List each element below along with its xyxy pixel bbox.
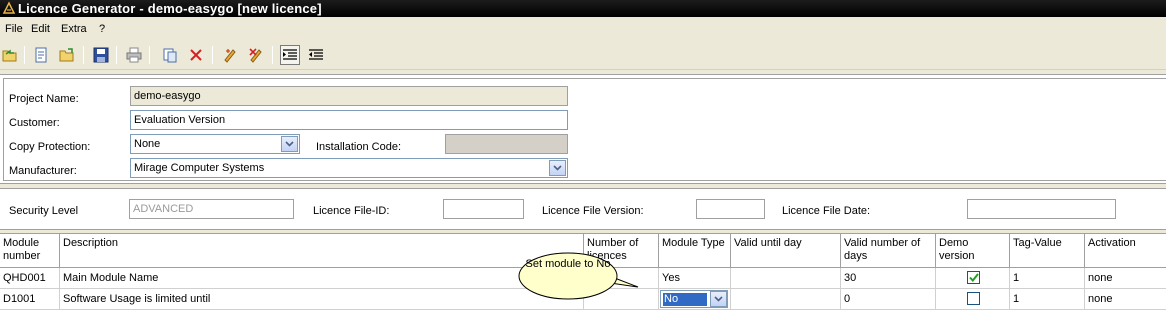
toolbar-separator xyxy=(83,46,84,64)
manufacturer-value: Mirage Computer Systems xyxy=(134,162,265,174)
toolbar-separator xyxy=(149,46,150,64)
licence-form-panel: Project Name: demo-easygo Customer: Eval… xyxy=(0,74,1166,184)
edit-icon[interactable] xyxy=(220,45,240,65)
callout-text: Set module to No xyxy=(525,258,611,270)
cell-valid-number-of-days[interactable]: 0 xyxy=(841,289,936,310)
project-name-label: Project Name: xyxy=(9,93,79,105)
security-panel: Security Level ADVANCED Licence File-ID:… xyxy=(0,188,1166,230)
menu-help[interactable]: ? xyxy=(99,22,105,36)
column-header-module-number[interactable]: Module number xyxy=(0,234,60,268)
toolbar-separator xyxy=(24,46,25,64)
module-type-selected-value: No xyxy=(663,293,707,306)
cell-module-type[interactable]: Yes xyxy=(659,268,731,289)
open-icon[interactable] xyxy=(0,45,20,65)
column-header-demo-version[interactable]: Demo version xyxy=(936,234,1010,268)
copy-icon[interactable] xyxy=(160,45,180,65)
new-document-icon[interactable] xyxy=(31,45,51,65)
project-name-field: demo-easygo xyxy=(130,86,568,106)
menu-file[interactable]: File xyxy=(5,22,23,36)
chevron-down-icon[interactable] xyxy=(281,136,298,152)
security-level-label: Security Level xyxy=(9,205,79,217)
licence-file-date-field xyxy=(967,199,1116,219)
cell-tag-value[interactable]: 1 xyxy=(1010,289,1085,310)
licence-form: Project Name: demo-easygo Customer: Eval… xyxy=(3,78,1166,181)
licence-file-version-field xyxy=(696,199,765,219)
security-level-field: ADVANCED xyxy=(129,199,294,219)
chevron-down-icon[interactable] xyxy=(549,160,566,176)
column-header-tag-value[interactable]: Tag-Value xyxy=(1010,234,1085,268)
save-icon[interactable] xyxy=(91,45,111,65)
demo-version-checkbox[interactable] xyxy=(967,292,980,305)
cell-module-number[interactable]: D1001 xyxy=(0,289,60,310)
licence-file-version-label: Licence File Version: xyxy=(542,205,644,217)
manufacturer-select[interactable]: Mirage Computer Systems xyxy=(130,158,568,178)
toolbar xyxy=(0,41,1166,70)
outdent-icon[interactable] xyxy=(306,45,326,65)
menu-bar: File Edit Extra ? xyxy=(0,17,1166,41)
cell-module-type: No xyxy=(659,289,731,310)
toolbar-separator xyxy=(116,46,117,64)
column-header-module-type[interactable]: Module Type xyxy=(659,234,731,268)
cell-activation[interactable]: none xyxy=(1085,268,1166,289)
remove-icon[interactable] xyxy=(246,45,266,65)
column-header-valid-until-day[interactable]: Valid until day xyxy=(731,234,841,268)
demo-version-checkbox[interactable] xyxy=(967,271,980,284)
cell-valid-until-day[interactable] xyxy=(731,268,841,289)
print-icon[interactable] xyxy=(124,45,144,65)
app-icon xyxy=(2,1,16,14)
installation-code-label: Installation Code: xyxy=(316,141,401,153)
cell-description[interactable]: Main Module Name xyxy=(60,268,584,289)
title-bar: Licence Generator - demo-easygo [new lic… xyxy=(0,0,1166,17)
cell-valid-number-of-days[interactable]: 30 xyxy=(841,268,936,289)
licence-file-id-field xyxy=(443,199,524,219)
licence-file-date-label: Licence File Date: xyxy=(782,205,871,217)
column-header-valid-number-of-days[interactable]: Valid number of days xyxy=(841,234,936,268)
menu-extra[interactable]: Extra xyxy=(61,22,87,36)
column-header-activation[interactable]: Activation xyxy=(1085,234,1166,268)
cell-demo-version xyxy=(936,268,1010,289)
chevron-down-icon[interactable] xyxy=(710,291,727,307)
installation-code-field xyxy=(445,134,568,154)
customer-field[interactable]: Evaluation Version xyxy=(130,110,568,130)
manufacturer-label: Manufacturer: xyxy=(9,165,77,177)
window-title: Licence Generator - demo-easygo [new lic… xyxy=(18,1,322,16)
copy-protection-select[interactable]: None xyxy=(130,134,300,154)
cell-valid-until-day[interactable] xyxy=(731,289,841,310)
cell-demo-version xyxy=(936,289,1010,310)
delete-icon[interactable] xyxy=(186,45,206,65)
open-folder-icon[interactable] xyxy=(57,45,77,65)
toolbar-separator xyxy=(212,46,213,64)
copy-protection-value: None xyxy=(134,138,161,150)
cell-description[interactable]: Software Usage is limited until xyxy=(60,289,584,310)
cell-tag-value[interactable]: 1 xyxy=(1010,268,1085,289)
customer-label: Customer: xyxy=(9,117,60,129)
copy-protection-label: Copy Protection: xyxy=(9,141,91,153)
licence-file-id-label: Licence File-ID: xyxy=(313,205,390,217)
cell-activation[interactable]: none xyxy=(1085,289,1166,310)
indent-icon[interactable] xyxy=(280,45,300,65)
toolbar-separator xyxy=(272,46,273,64)
menu-edit[interactable]: Edit xyxy=(31,22,50,36)
cell-module-number[interactable]: QHD001 xyxy=(0,268,60,289)
module-type-select[interactable]: No xyxy=(660,290,728,308)
column-header-description[interactable]: Description xyxy=(60,234,584,268)
